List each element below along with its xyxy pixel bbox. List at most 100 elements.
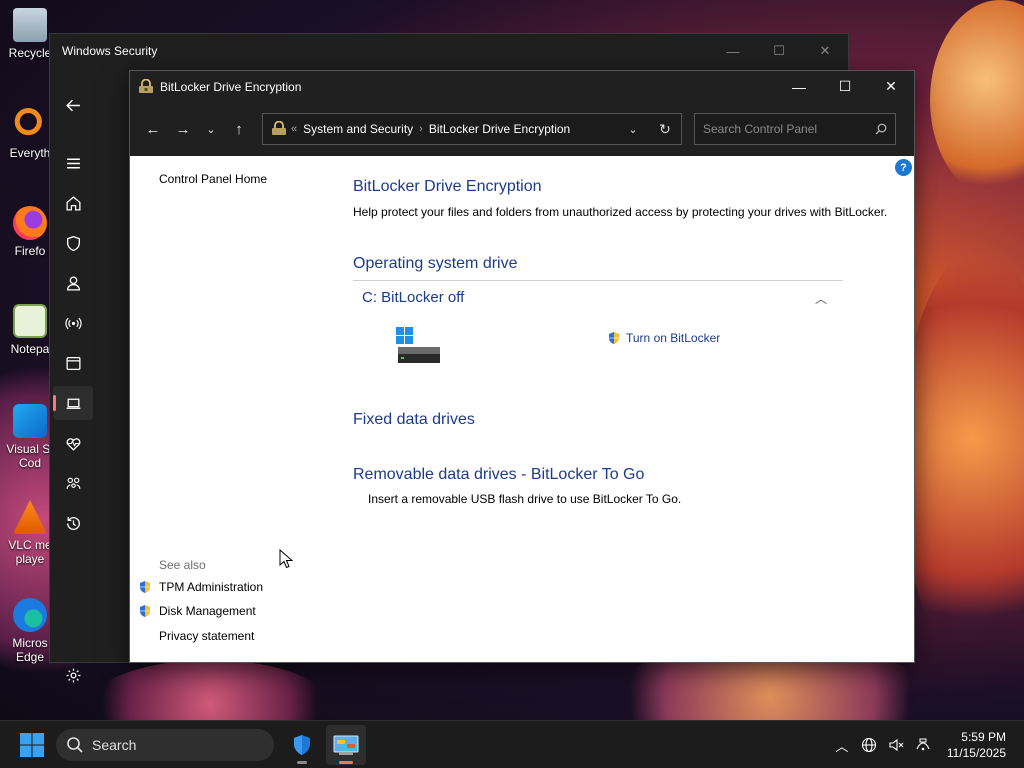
laptop-icon (66, 398, 80, 409)
os-drive-section-title: Operating system drive (353, 255, 518, 272)
breadcrumb-overflow[interactable]: « (291, 123, 297, 135)
taskbar-search[interactable]: Search (56, 728, 274, 761)
windows-drive-icon (396, 327, 440, 363)
disk-management-link[interactable]: Disk Management (138, 604, 256, 618)
search-box[interactable] (694, 113, 896, 145)
privacy-statement-link[interactable]: Privacy statement (159, 629, 254, 643)
see-also-heading: See also (159, 558, 206, 572)
windows-security-titlebar[interactable]: Windows Security — ☐ ✕ (50, 34, 848, 68)
taskbar-windows-security[interactable] (282, 725, 322, 765)
home-icon (65, 195, 81, 211)
address-bar[interactable]: « System and Security › BitLocker Drive … (262, 113, 682, 145)
nav-account-protection[interactable] (53, 266, 93, 300)
menu-button[interactable] (53, 146, 93, 180)
bitlocker-window: BitLocker Drive Encryption — ☐ ✕ ← → ⌄ ↑… (129, 70, 915, 663)
minimize-button[interactable]: — (776, 71, 822, 102)
shield-icon (66, 235, 80, 251)
clock-time: 5:59 PM (961, 730, 1006, 744)
address-dropdown-button[interactable]: ⌄ (617, 114, 649, 144)
help-button[interactable]: ? (895, 159, 912, 176)
bitlocker-app-icon (139, 78, 153, 93)
notepad-icon (13, 304, 47, 338)
windows-security-nav-rail (50, 68, 96, 682)
running-indicator (297, 760, 307, 764)
close-button[interactable]: ✕ (802, 34, 848, 68)
uac-shield-icon (140, 605, 150, 617)
turn-on-bitlocker-label: Turn on BitLocker (626, 331, 721, 345)
bitlocker-titlebar[interactable]: BitLocker Drive Encryption — ☐ ✕ (130, 71, 914, 102)
heart-pulse-icon (66, 437, 80, 451)
taskbar-search-label: Search (92, 736, 137, 753)
firefox-icon (13, 206, 47, 240)
uac-shield-icon (609, 332, 619, 344)
turn-on-bitlocker-link[interactable]: Turn on BitLocker (607, 331, 720, 345)
nav-protection-history[interactable] (53, 506, 93, 540)
removable-drives-section-title: Removable data drives - BitLocker To Go (353, 466, 645, 483)
history-icon (66, 516, 80, 530)
nav-firewall[interactable] (53, 306, 93, 340)
antenna-icon (64, 317, 82, 329)
nav-virus-protection[interactable] (53, 226, 93, 260)
taskbar: Search ︿ 5:59 PM 11/15/2025 (0, 720, 1024, 768)
vscode-icon (13, 404, 47, 438)
back-icon (65, 99, 80, 111)
search-icon[interactable] (867, 123, 895, 135)
forward-button[interactable]: → (168, 114, 198, 144)
wallpaper-blob (900, 250, 1024, 670)
navigation-bar: ← → ⌄ ↑ « System and Security › BitLocke… (130, 102, 914, 156)
control-panel-home-link[interactable]: Control Panel Home (159, 172, 267, 186)
bitlocker-content: ? Control Panel Home See also TPM Admini… (130, 157, 914, 662)
show-hidden-icons-button[interactable]: ︿ (829, 732, 855, 758)
start-button[interactable] (18, 731, 46, 759)
disk-management-label: Disk Management (159, 604, 256, 618)
nav-device-performance[interactable] (53, 426, 93, 460)
system-tray: ︿ 5:59 PM 11/15/2025 (829, 721, 1024, 768)
clock[interactable]: 5:59 PM 11/15/2025 (947, 729, 1006, 761)
edge-icon (13, 598, 47, 632)
nav-device-security[interactable] (53, 386, 93, 420)
nav-app-browser-control[interactable] (53, 346, 93, 380)
maximize-button[interactable]: ☐ (822, 71, 868, 102)
control-panel-icon (333, 735, 359, 755)
search-input[interactable] (695, 122, 867, 136)
back-button[interactable]: ← (138, 114, 168, 144)
section-divider (353, 280, 843, 281)
running-indicator (339, 760, 353, 764)
breadcrumb-system-and-security[interactable]: System and Security (303, 122, 413, 136)
tpm-administration-link[interactable]: TPM Administration (138, 580, 263, 594)
os-drive-row[interactable]: C: BitLocker off ︿ (362, 289, 837, 313)
mouse-cursor-icon (279, 549, 293, 569)
nav-family-options[interactable] (53, 466, 93, 500)
drive-label: C: BitLocker off (362, 289, 465, 306)
minimize-button[interactable]: — (710, 34, 756, 68)
windows-security-shield-icon (294, 734, 310, 755)
uac-shield-icon (140, 581, 150, 593)
breadcrumb: « System and Security › BitLocker Drive … (291, 122, 617, 136)
tpm-administration-label: TPM Administration (159, 580, 264, 594)
fixed-drives-section-title: Fixed data drives (353, 411, 475, 428)
back-button[interactable] (53, 88, 93, 122)
clock-date: 11/15/2025 (946, 746, 1006, 760)
language-button[interactable] (856, 732, 882, 758)
up-button[interactable]: ↑ (224, 114, 254, 144)
nav-home[interactable] (53, 186, 93, 220)
close-button[interactable]: ✕ (868, 71, 914, 102)
refresh-button[interactable]: ↻ (649, 114, 681, 144)
windows-security-title: Windows Security (62, 44, 158, 58)
vlc-icon (13, 500, 47, 534)
chevron-up-icon[interactable]: ︿ (815, 290, 827, 307)
recent-locations-button[interactable]: ⌄ (198, 114, 224, 144)
bitlocker-app-icon (272, 121, 286, 135)
maximize-button[interactable]: ☐ (756, 34, 802, 68)
gear-icon (66, 668, 80, 682)
recycle-bin-icon (13, 8, 47, 42)
family-icon (66, 477, 80, 489)
page-description: Help protect your files and folders from… (353, 205, 888, 219)
taskbar-control-panel[interactable] (326, 724, 366, 765)
volume-button[interactable] (883, 732, 909, 758)
breadcrumb-separator[interactable]: › (419, 123, 423, 135)
breadcrumb-bitlocker[interactable]: BitLocker Drive Encryption (429, 122, 570, 136)
person-icon (66, 275, 80, 291)
nav-settings[interactable] (53, 658, 93, 692)
network-button[interactable] (910, 732, 936, 758)
